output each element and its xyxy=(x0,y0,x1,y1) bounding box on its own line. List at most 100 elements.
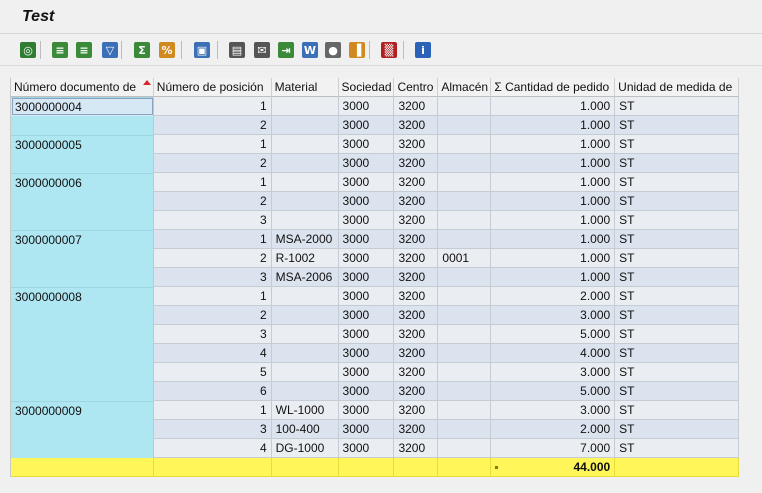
table-cell[interactable]: 2 xyxy=(153,306,272,325)
table-cell[interactable]: 1.000 xyxy=(491,154,616,173)
table-cell[interactable]: 1.000 xyxy=(491,268,616,287)
table-cell[interactable]: 3000 xyxy=(338,325,395,344)
table-cell[interactable]: 1 xyxy=(153,135,272,154)
table-cell[interactable] xyxy=(438,363,492,382)
table-cell[interactable] xyxy=(438,192,492,211)
table-cell[interactable] xyxy=(438,344,492,363)
table-cell[interactable] xyxy=(271,363,339,382)
table-row[interactable]: 2 3000 3200 1.000 ST xyxy=(11,154,739,173)
table-cell[interactable]: 1.000 xyxy=(491,192,616,211)
table-cell[interactable]: 7.000 xyxy=(491,439,616,458)
table-row[interactable]: 3000000005 1 3000 3200 1.000 ST xyxy=(11,135,739,154)
table-row[interactable]: 2 3000 3200 1.000 ST xyxy=(11,192,739,211)
word-processing-button[interactable]: W xyxy=(300,40,320,60)
local-file-button[interactable]: ⇥ xyxy=(276,40,296,60)
table-cell[interactable]: DG-1000 xyxy=(271,439,339,458)
table-cell[interactable]: 3.000 xyxy=(491,306,616,325)
table-cell[interactable]: 3200 xyxy=(394,382,439,401)
table-cell[interactable]: 3000 xyxy=(338,192,395,211)
table-cell[interactable] xyxy=(11,211,154,230)
table-cell[interactable] xyxy=(271,192,339,211)
print-preview-button[interactable]: ▣ xyxy=(192,40,212,60)
table-cell[interactable] xyxy=(271,135,339,154)
table-cell[interactable]: 5.000 xyxy=(491,325,616,344)
table-cell[interactable]: 3200 xyxy=(394,97,439,116)
table-cell[interactable]: 0001 xyxy=(438,249,492,268)
table-cell[interactable]: 3200 xyxy=(394,268,439,287)
table-cell[interactable]: ST xyxy=(615,154,739,173)
table-cell[interactable]: 3000 xyxy=(338,363,395,382)
table-cell[interactable] xyxy=(438,230,492,249)
table-cell[interactable]: 3200 xyxy=(394,306,439,325)
table-cell[interactable]: 3200 xyxy=(394,363,439,382)
table-cell[interactable] xyxy=(271,325,339,344)
table-cell[interactable]: 3200 xyxy=(394,401,439,420)
table-cell[interactable] xyxy=(271,154,339,173)
table-row[interactable]: 5 3000 3200 3.000 ST xyxy=(11,363,739,382)
table-cell[interactable]: 3000 xyxy=(338,344,395,363)
table-cell[interactable]: 4 xyxy=(153,344,272,363)
column-header[interactable]: Σ Cantidad de pedido xyxy=(491,78,616,97)
table-cell[interactable] xyxy=(271,97,339,116)
filter-button[interactable]: ▽ xyxy=(100,40,120,60)
table-cell[interactable] xyxy=(271,382,339,401)
table-cell[interactable]: 2 xyxy=(153,192,272,211)
table-cell[interactable]: 100-400 xyxy=(271,420,339,439)
table-cell[interactable]: 3000 xyxy=(338,211,395,230)
table-cell[interactable]: ST xyxy=(615,116,739,135)
table-cell[interactable]: 5 xyxy=(153,363,272,382)
table-cell[interactable]: 3000 xyxy=(338,439,395,458)
table-cell[interactable]: MSA-2006 xyxy=(271,268,339,287)
table-cell[interactable]: 3200 xyxy=(394,439,439,458)
column-header[interactable]: Sociedad xyxy=(338,78,395,97)
table-row[interactable]: 2 R-1002 3000 3200 0001 1.000 ST xyxy=(11,249,739,268)
table-cell[interactable]: 2 xyxy=(153,249,272,268)
table-cell[interactable] xyxy=(271,306,339,325)
table-cell[interactable]: ST xyxy=(615,268,739,287)
mail-button[interactable]: ✉ xyxy=(252,40,272,60)
layout-button[interactable]: ▒ xyxy=(379,40,399,60)
table-cell[interactable]: 2 xyxy=(153,154,272,173)
table-cell[interactable]: 3200 xyxy=(394,249,439,268)
table-cell[interactable]: R-1002 xyxy=(271,249,339,268)
table-cell[interactable]: 1 xyxy=(153,230,272,249)
table-cell[interactable] xyxy=(11,363,154,382)
table-cell[interactable] xyxy=(11,439,154,458)
table-cell[interactable] xyxy=(438,135,492,154)
total-button[interactable]: Σ xyxy=(132,40,152,60)
table-cell[interactable] xyxy=(11,344,154,363)
table-cell[interactable]: ST xyxy=(615,344,739,363)
table-cell[interactable] xyxy=(438,211,492,230)
table-cell[interactable] xyxy=(438,401,492,420)
table-cell[interactable] xyxy=(11,249,154,268)
table-cell[interactable]: 6 xyxy=(153,382,272,401)
table-cell[interactable] xyxy=(438,154,492,173)
table-cell[interactable] xyxy=(11,420,154,439)
table-cell[interactable]: 3000 xyxy=(338,135,395,154)
table-row[interactable]: 6 3000 3200 5.000 ST xyxy=(11,382,739,401)
export-button[interactable]: ▤ xyxy=(227,40,247,60)
table-cell[interactable]: 3000000006 xyxy=(11,173,154,192)
table-cell[interactable]: 1.000 xyxy=(491,116,616,135)
table-cell[interactable]: 3200 xyxy=(394,135,439,154)
table-cell[interactable]: 3200 xyxy=(394,287,439,306)
column-header[interactable]: Unidad de medida de xyxy=(615,78,739,97)
table-cell[interactable]: ST xyxy=(615,211,739,230)
table-cell[interactable] xyxy=(11,382,154,401)
table-cell[interactable] xyxy=(438,382,492,401)
table-cell[interactable]: 3000 xyxy=(338,173,395,192)
table-cell[interactable]: 1.000 xyxy=(491,211,616,230)
table-cell[interactable]: ST xyxy=(615,306,739,325)
table-cell[interactable] xyxy=(438,173,492,192)
table-cell[interactable]: 3000000004 xyxy=(11,97,154,116)
table-row[interactable]: 2 3000 3200 1.000 ST xyxy=(11,116,739,135)
table-cell[interactable]: ST xyxy=(615,439,739,458)
table-cell[interactable]: 1.000 xyxy=(491,230,616,249)
table-row[interactable]: 3 100-400 3000 3200 2.000 ST xyxy=(11,420,739,439)
column-header[interactable]: Centro xyxy=(394,78,439,97)
table-cell[interactable] xyxy=(11,192,154,211)
table-row[interactable]: 3000000007 1 MSA-2000 3000 3200 1.000 ST xyxy=(11,230,739,249)
table-row[interactable]: 3000000006 1 3000 3200 1.000 ST xyxy=(11,173,739,192)
table-cell[interactable]: 4 xyxy=(153,439,272,458)
table-cell[interactable]: 3000 xyxy=(338,249,395,268)
